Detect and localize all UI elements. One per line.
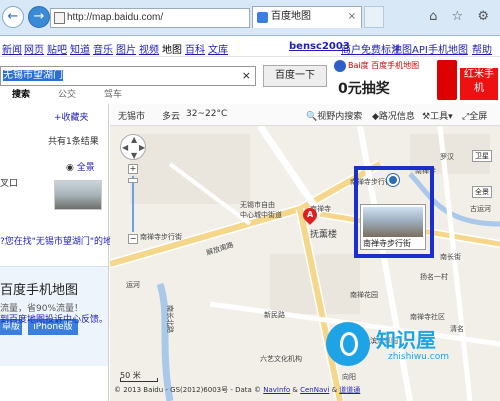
map-label: 抚薰楼 — [310, 230, 338, 240]
search-in-view[interactable]: 🔍视野内搜索 — [306, 109, 362, 122]
collect-link[interactable]: +收藏夹 — [54, 110, 89, 123]
promo-badge: 红米手机 — [460, 68, 498, 100]
baidu-top-nav: 新闻 网页 贴吧 知道 音乐 图片 视频 地图 百科 文库 bensc2003 … — [0, 37, 500, 57]
map-label: 新民路 — [264, 311, 285, 319]
new-tab-button[interactable] — [364, 6, 384, 28]
watermark-logo-icon — [326, 322, 370, 366]
pan-right-icon[interactable]: ▶ — [139, 143, 145, 152]
tab-title: 百度地图 — [271, 11, 311, 22]
baidu-paw-icon — [334, 60, 346, 72]
map-label: 南长北路 — [166, 305, 174, 333]
promo-logo: Bai度 百度手机地图 — [348, 61, 420, 70]
panorama-thumbnail — [363, 207, 423, 237]
map-label: 南长街 — [440, 253, 461, 261]
pan-down-icon[interactable]: ▼ — [131, 151, 137, 160]
satellite-toggle[interactable]: 卫星 — [472, 150, 492, 162]
browser-chrome: ← → http://map.baidu.com/ 百度地图 × ⌂ ☆ ⚙ — [0, 0, 500, 36]
show-all-link[interactable]: ◉ 全景 — [66, 160, 95, 173]
weather-text: 多云 — [162, 112, 181, 122]
address-bar[interactable]: http://map.baidu.com/ — [50, 8, 250, 28]
search-query: 无锡市望湖门 — [3, 70, 63, 81]
address-url: http://map.baidu.com/ — [67, 12, 164, 23]
map-label: 六艺文化机构 — [260, 355, 302, 363]
search-input[interactable]: 无锡市望湖门 × — [0, 66, 256, 86]
nav-link-mobile[interactable]: 手机地图 — [428, 41, 468, 56]
map-label: 古运河 — [470, 205, 491, 213]
browser-toolbar-icons[interactable]: ⌂ ☆ ⚙ — [429, 9, 494, 24]
nav-link-video[interactable]: 视频 — [139, 41, 159, 56]
map-label: 运河 — [126, 281, 140, 289]
watermark-url: zhishiwu.com — [388, 352, 449, 362]
results-count: 共有1条结果 — [48, 137, 99, 147]
zoom-slider[interactable]: + − — [128, 164, 138, 244]
map-toolbar: 无锡市 多云 32~22°C 🔍视野内搜索 ◆路况信息 ⚒工具▾ ⤢全屏 — [110, 104, 500, 126]
panorama-popup[interactable]: 南禅寺步行街 — [360, 204, 426, 250]
zoom-out-button[interactable]: − — [128, 234, 138, 244]
search-button[interactable]: 百度一下 — [263, 65, 327, 87]
forward-icon[interactable]: → — [28, 6, 50, 28]
nav-link-api[interactable]: 地图API — [392, 41, 428, 56]
map-label: 南禅寺步行街 — [140, 233, 182, 241]
clear-icon[interactable]: × — [242, 67, 251, 85]
fullscreen-button[interactable]: ⤢全屏 — [462, 109, 487, 122]
zoom-track — [132, 176, 134, 232]
nav-link-baike[interactable]: 百科 — [185, 41, 205, 56]
tab-close-icon[interactable]: × — [348, 7, 356, 27]
pan-control[interactable]: ▲ ◀ ▶ ▼ — [120, 134, 146, 160]
show-all-label: 全景 — [76, 163, 95, 173]
tab-drive[interactable]: 驾车 — [104, 87, 122, 100]
pan-up-icon[interactable]: ▲ — [131, 135, 137, 144]
did-you-mean-link[interactable]: ?您在找"无锡市望湖门"的地点? — [0, 234, 126, 247]
navinfo-link[interactable]: NavInfo — [263, 386, 290, 394]
back-icon[interactable]: ← — [2, 6, 24, 28]
left-panel: +收藏夹 共有1条结果 ◉ 全景 叉口 ?您在找"无锡市望湖门"的地点? 百度手… — [0, 104, 126, 401]
popup-title: 南禅寺步行街 — [363, 239, 411, 248]
pin-icon: ◉ — [66, 163, 74, 173]
map-copyright: © 2013 Baidu - GS(2012)6003号 - Data © Na… — [114, 386, 361, 394]
temperature-text: 32~22°C — [186, 109, 228, 119]
site-watermark: 知识屋 zhishiwu.com — [326, 318, 500, 398]
search-tabs: 搜索 公交 驾车 — [0, 86, 140, 101]
cennavi-link[interactable]: CenNavi — [300, 386, 329, 394]
map-label: 罗汉 — [440, 153, 454, 161]
promo-headline: 0元抽奖 — [338, 81, 390, 97]
nav-link-map[interactable]: 地图 — [162, 41, 182, 56]
map-label: 中心城中街道 — [240, 211, 282, 219]
result-fragment: 叉口 — [0, 179, 19, 189]
tools-menu[interactable]: ⚒工具▾ — [422, 109, 453, 122]
scale-bar — [120, 378, 158, 382]
watermark-title: 知识屋 — [376, 328, 436, 352]
panorama-toggle[interactable]: 全景 — [472, 186, 492, 198]
baidu-map-icon — [257, 12, 268, 23]
zoom-handle[interactable] — [128, 178, 138, 183]
nav-link-zhidao[interactable]: 知道 — [70, 41, 90, 56]
mobile-promo-title: 百度手机地图 — [0, 283, 79, 298]
tab-baidu-map[interactable]: 百度地图 × — [252, 6, 362, 28]
pan-left-icon[interactable]: ◀ — [122, 143, 128, 152]
nav-link-web[interactable]: 网页 — [24, 41, 44, 56]
tab-search[interactable]: 搜索 — [12, 87, 30, 100]
zoom-in-button[interactable]: + — [128, 164, 138, 174]
tab-bus[interactable]: 公交 — [58, 87, 76, 100]
location-pin-icon[interactable] — [387, 174, 399, 186]
map-label: 南禅花园 — [350, 291, 378, 299]
feedback-link[interactable]: 到百度地图投诉中心反馈。 — [0, 312, 108, 325]
result-thumbnail[interactable] — [54, 180, 102, 210]
nav-link-images[interactable]: 图片 — [116, 41, 136, 56]
nav-link-wenku[interactable]: 文库 — [208, 41, 228, 56]
nav-link-news[interactable]: 新闻 — [2, 41, 22, 56]
map-label: 扬名一村 — [420, 273, 448, 281]
page-icon — [54, 12, 65, 24]
nav-link-help[interactable]: 帮助 — [472, 41, 492, 56]
map-label: 无锡市自由 — [240, 201, 275, 209]
phone-icon — [437, 60, 457, 100]
nav-link-music[interactable]: 音乐 — [93, 41, 113, 56]
traffic-info[interactable]: ◆路况信息 — [372, 109, 415, 122]
promo-banner[interactable]: Bai度 百度手机地图 0元抽奖 红米手机 — [332, 60, 500, 102]
city-select[interactable]: 无锡市 — [118, 109, 145, 122]
nav-link-tieba[interactable]: 贴吧 — [47, 41, 67, 56]
search-area: 无锡市望湖门 × 百度一下 搜索 公交 驾车 Bai度 百度手机地图 0元抽奖 … — [0, 58, 500, 102]
